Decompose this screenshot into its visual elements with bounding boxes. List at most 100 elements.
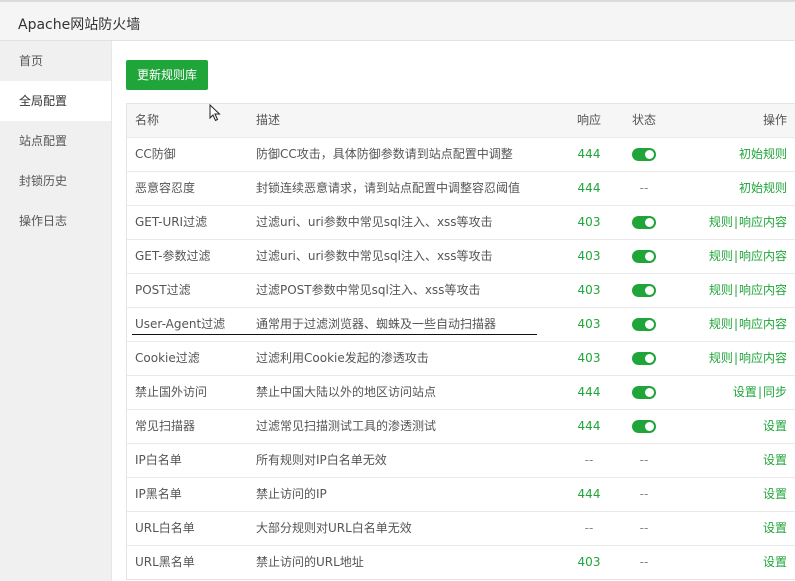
action-link[interactable]: 响应内容 [739,249,787,263]
action-link[interactable]: 初始规则 [739,147,787,161]
status-toggle[interactable] [632,284,656,297]
sidebar-item-block-history[interactable]: 封锁历史 [0,161,111,201]
status-toggle[interactable] [632,386,656,399]
rule-name: User-Agent过滤 [135,317,226,331]
status-cell: -- [639,555,649,569]
rule-name: IP黑名单 [135,487,182,501]
response-code: 403 [577,215,601,229]
rule-name: GET-参数过滤 [135,249,211,263]
status-cell: -- [639,487,649,501]
table-row: URL白名单 大部分规则对URL白名单无效 -- -- 设置 [127,512,795,546]
main-panel: 更新规则库 名称 描述 响应 状态 操作 CC防御 防御CC攻击，具体防御参数请到… [112,41,795,581]
header-status: 状态 [631,113,656,127]
action-link[interactable]: 响应内容 [739,215,787,229]
rule-name: GET-URI过滤 [135,215,208,229]
status-toggle[interactable] [632,318,656,331]
rules-table: 名称 描述 响应 状态 操作 CC防御 防御CC攻击，具体防御参数请到站点配置中调… [126,103,795,580]
status-toggle[interactable] [632,352,656,365]
sidebar-item-global-config[interactable]: 全局配置 [0,81,111,121]
response-code: 444 [577,385,601,399]
status-cell [619,410,669,443]
action-link[interactable]: 响应内容 [739,317,787,331]
rule-description: 过滤uri、uri参数中常见sql注入、xss等攻击 [256,249,493,263]
rule-name: IP白名单 [135,453,182,467]
status-toggle[interactable] [632,148,656,161]
header-name: 名称 [135,113,160,127]
action-link[interactable]: 设置 [763,419,787,433]
response-code: 403 [577,555,601,569]
actions-cell: 规则|响应内容 [667,342,787,375]
status-cell [619,308,669,341]
actions-cell: 设置 [667,410,787,443]
response-code: 403 [577,317,601,331]
table-row: User-Agent过滤 通常用于过滤浏览器、蜘蛛及一些自动扫描器 403 规则|响应… [127,308,795,342]
rule-name: POST过滤 [135,283,191,297]
header-desc: 描述 [256,113,281,127]
action-link[interactable]: 设置 [733,385,757,399]
response-code: 444 [577,181,601,195]
table-row: GET-URI过滤 过滤uri、uri参数中常见sql注入、xss等攻击 403 规则… [127,206,795,240]
action-link[interactable]: 响应内容 [739,283,787,297]
rule-name: 禁止国外访问 [135,385,208,399]
response-code: 444 [577,487,601,501]
table-row: POST过滤 过滤POST参数中常见sql注入、xss等攻击 403 规则|响应内容 [127,274,795,308]
status-toggle[interactable] [632,250,656,263]
actions-cell: 初始规则 [667,138,787,171]
actions-cell: 设置 [667,478,787,511]
sidebar-item-home[interactable]: 首页 [0,41,111,81]
table-row: 禁止国外访问 禁止中国大陆以外的地区访问站点 444 设置|同步 [127,376,795,410]
response-code: 403 [577,351,601,365]
sidebar-item-operation-log[interactable]: 操作日志 [0,201,111,241]
action-link[interactable]: 规则 [709,249,733,263]
actions-cell: 设置 [667,546,787,579]
table-row: 常见扫描器 过滤常见扫描测试工具的渗透测试 444 设置 [127,410,795,444]
action-link[interactable]: 设置 [763,555,787,569]
action-link[interactable]: 规则 [709,215,733,229]
sidebar-item-site-config[interactable]: 站点配置 [0,121,111,161]
rule-name: CC防御 [135,147,176,161]
action-link[interactable]: 规则 [709,351,733,365]
rule-description: 禁止访问的IP [256,487,327,501]
status-cell: -- [639,453,649,467]
rule-description: 过滤利用Cookie发起的渗透攻击 [256,351,429,365]
table-row: 恶意容忍度 封锁连续恶意请求，请到站点配置中调整容忍阈值 444 -- 初始规则 [127,172,795,206]
mouse-pointer-icon [209,103,221,125]
actions-cell: 设置 [667,444,787,477]
rule-name: URL黑名单 [135,555,195,569]
response-code: 403 [577,283,601,297]
table-row: GET-参数过滤 过滤uri、uri参数中常见sql注入、xss等攻击 403 规则|… [127,240,795,274]
response-code: 444 [577,147,601,161]
actions-cell: 规则|响应内容 [667,308,787,341]
response-code: 444 [577,419,601,433]
action-link[interactable]: 同步 [763,385,787,399]
table-row: CC防御 防御CC攻击，具体防御参数请到站点配置中调整 444 初始规则 [127,138,795,172]
table-row: URL黑名单 禁止访问的URL地址 403 -- 设置 [127,546,795,579]
action-link[interactable]: 设置 [763,453,787,467]
status-cell: -- [639,181,649,195]
status-toggle[interactable] [632,216,656,229]
update-rules-button[interactable]: 更新规则库 [126,60,208,90]
status-cell: -- [639,521,649,535]
header-actions: 操作 [762,113,787,127]
action-link[interactable]: 初始规则 [739,181,787,195]
action-link[interactable]: 设置 [763,521,787,535]
status-cell [619,206,669,239]
status-toggle[interactable] [632,420,656,433]
status-cell [619,274,669,307]
response-code: -- [584,521,594,535]
action-link[interactable]: 设置 [763,487,787,501]
rule-description: 过滤常见扫描测试工具的渗透测试 [256,419,437,433]
table-header-row: 名称 描述 响应 状态 操作 [127,104,795,138]
status-cell [619,240,669,273]
action-link[interactable]: 规则 [709,317,733,331]
action-link[interactable]: 规则 [709,283,733,297]
status-cell [619,342,669,375]
response-code: -- [584,453,594,467]
rule-name: 恶意容忍度 [135,181,196,195]
table-row: IP白名单 所有规则对IP白名单无效 -- -- 设置 [127,444,795,478]
action-link[interactable]: 响应内容 [739,351,787,365]
header-response: 响应 [576,113,601,127]
rule-description: 过滤POST参数中常见sql注入、xss等攻击 [256,283,481,297]
status-cell [619,138,669,171]
rule-description: 大部分规则对URL白名单无效 [256,521,412,535]
